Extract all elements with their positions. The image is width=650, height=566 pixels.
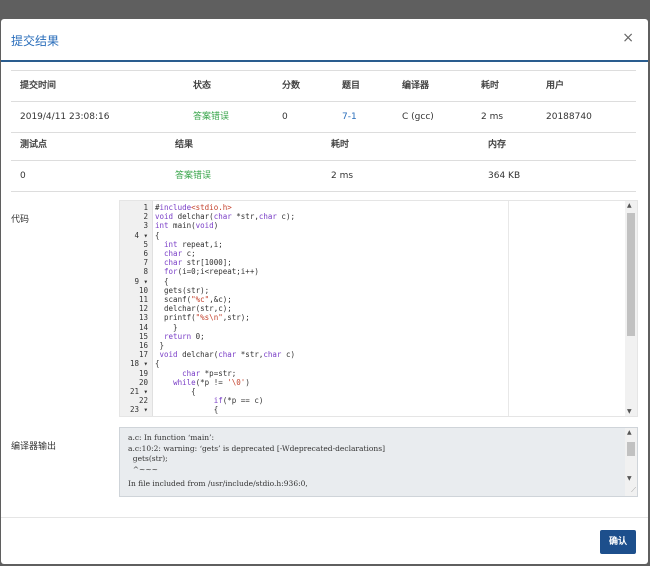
code-line: #include<stdio.h> bbox=[155, 203, 232, 212]
code-editor[interactable]: 1234 ▾ 5 6 7 8 9 ▾ 10 11 12 13 14 15 16 17 18 ▾ 19 20 21 … bbox=[119, 200, 638, 417]
output-line: In file included from /usr/include/stdio… bbox=[128, 479, 308, 488]
header-testcase: 测试点 bbox=[20, 140, 48, 150]
code-line: printf("%s\n",str); bbox=[155, 313, 250, 323]
header-elapsed: 耗时 bbox=[481, 81, 500, 91]
scroll-up-icon[interactable]: ▲ bbox=[627, 202, 632, 209]
line-number: 17 bbox=[138, 350, 148, 360]
testcase-table-header: 测试点 结果 耗时 内存 bbox=[11, 130, 636, 161]
code-line: void delchar(char *str,char c); bbox=[155, 212, 295, 222]
line-number: 7 bbox=[143, 258, 148, 268]
code-line: if(*p == c) bbox=[213, 396, 264, 406]
code-line: while(*p != '\0') bbox=[173, 377, 250, 387]
testcase-id: 0 bbox=[20, 171, 26, 181]
submission-table: 提交时间 状态 分数 题目 编译器 耗时 用户 2019/4/11 23:08:… bbox=[11, 70, 636, 133]
header-user: 用户 bbox=[546, 81, 565, 91]
line-number: 23 ▾ bbox=[129, 405, 148, 415]
header-result: 结果 bbox=[175, 140, 194, 150]
score-value: 0 bbox=[282, 112, 288, 122]
scroll-down-icon[interactable]: ▼ bbox=[627, 475, 632, 482]
submission-result-dialog: 提交结果 × 提交时间 状态 分数 题目 编译器 耗时 用户 2019/4/11… bbox=[1, 19, 648, 564]
footer-divider bbox=[1, 517, 648, 518]
code-line: void delchar(char *str,char c) bbox=[159, 350, 295, 360]
testcase-table: 测试点 结果 耗时 内存 0 答案错误 2 ms 364 KB bbox=[11, 130, 636, 192]
testcase-result: 答案错误 bbox=[175, 171, 212, 181]
line-number: 21 ▾ bbox=[129, 387, 148, 396]
compiler-output-label: 编译器输出 bbox=[11, 442, 57, 452]
line-number: 4 ▾ bbox=[134, 230, 148, 240]
header-score: 分数 bbox=[282, 81, 301, 91]
scrollbar-thumb[interactable] bbox=[627, 442, 635, 456]
code-line: char str[1000]; bbox=[164, 258, 232, 268]
code-scrollbar[interactable]: ▲ ▼ bbox=[625, 201, 637, 416]
line-number: 2 bbox=[143, 212, 148, 222]
code-line: delchar(str,c); bbox=[155, 304, 232, 314]
line-number: 3 bbox=[143, 221, 148, 231]
code-label: 代码 bbox=[11, 215, 30, 225]
line-number: 18 ▾ bbox=[129, 359, 148, 369]
code-line: scanf("%c",&c); bbox=[155, 295, 232, 304]
code-line: { bbox=[155, 387, 196, 396]
header-problem: 题目 bbox=[342, 81, 361, 91]
resize-handle-icon[interactable]: ⟋ bbox=[631, 486, 636, 495]
output-line: gets(str); bbox=[128, 454, 168, 463]
submit-time: 2019/4/11 23:08:16 bbox=[20, 112, 110, 122]
code-line: return 0; bbox=[164, 331, 205, 341]
code-line: } bbox=[155, 341, 165, 350]
line-number: 10 bbox=[138, 285, 148, 295]
line-number: 14 bbox=[138, 322, 148, 332]
code-line: for(i=0;i<repeat;i++) bbox=[164, 267, 259, 277]
compiler-output[interactable]: a.c: In function ‘main’: a.c:10:2: warnin… bbox=[119, 427, 638, 497]
code-line: { bbox=[155, 276, 169, 286]
header-testcase-time: 耗时 bbox=[331, 140, 350, 150]
code-line: gets(str); bbox=[155, 285, 210, 295]
line-number-gutter: 1234 ▾ 5 6 7 8 9 ▾ 10 11 12 13 14 15 16 17 18 ▾ 19 20 21 … bbox=[120, 201, 153, 416]
problem-link[interactable]: 7-1 bbox=[342, 102, 357, 132]
close-icon[interactable]: × bbox=[622, 30, 634, 46]
confirm-button[interactable]: 确认 bbox=[600, 530, 636, 554]
code-line: } bbox=[155, 322, 178, 332]
table-row: 2019/4/11 23:08:16 答案错误 0 7-1 C (gcc) 2 … bbox=[11, 102, 636, 133]
header-status: 状态 bbox=[193, 81, 212, 91]
header-memory: 内存 bbox=[488, 140, 507, 150]
line-number: 5 bbox=[143, 239, 148, 249]
submission-table-header: 提交时间 状态 分数 题目 编译器 耗时 用户 bbox=[11, 70, 636, 102]
table-row: 0 答案错误 2 ms 364 KB bbox=[11, 161, 636, 192]
line-number: 15 bbox=[138, 331, 148, 341]
dialog-header: 提交结果 × bbox=[1, 19, 648, 62]
code-line: char *p=str; bbox=[182, 368, 237, 378]
elapsed-value: 2 ms bbox=[481, 112, 504, 122]
compiler-value: C (gcc) bbox=[402, 112, 434, 122]
code-line: { bbox=[155, 405, 219, 415]
print-margin bbox=[508, 201, 509, 416]
user-value: 20188740 bbox=[546, 112, 592, 122]
output-line: ^~~~ bbox=[128, 464, 158, 474]
line-number: 12 bbox=[138, 304, 148, 314]
code-line: { bbox=[155, 359, 160, 369]
line-number: 20 bbox=[138, 377, 148, 387]
line-number: 22 bbox=[138, 396, 148, 406]
code-line: { bbox=[155, 230, 160, 240]
output-line: a.c:10:2: warning: ‘gets’ is deprecated … bbox=[128, 443, 386, 453]
header-compiler: 编译器 bbox=[402, 81, 430, 91]
line-number: 6 bbox=[143, 249, 148, 258]
header-time: 提交时间 bbox=[20, 81, 57, 91]
line-number: 1 bbox=[143, 203, 148, 212]
status-badge: 答案错误 bbox=[193, 112, 230, 122]
dialog-title: 提交结果 bbox=[11, 34, 60, 48]
line-number: 9 ▾ bbox=[134, 276, 148, 286]
line-number: 19 bbox=[138, 368, 148, 378]
testcase-time: 2 ms bbox=[331, 171, 354, 181]
code-line: int repeat,i; bbox=[164, 239, 223, 249]
scroll-up-icon[interactable]: ▲ bbox=[627, 429, 632, 436]
scrollbar-thumb[interactable] bbox=[627, 213, 635, 336]
code-line: int main(void) bbox=[155, 221, 219, 231]
line-number: 16 bbox=[138, 341, 148, 350]
line-number: 11 bbox=[138, 295, 148, 304]
line-number: 8 bbox=[143, 267, 148, 277]
scroll-down-icon[interactable]: ▼ bbox=[627, 408, 632, 415]
line-number: 13 bbox=[138, 313, 148, 323]
output-line: a.c: In function ‘main’: bbox=[128, 433, 215, 442]
testcase-memory: 364 KB bbox=[488, 171, 521, 181]
code-line: char c; bbox=[164, 249, 196, 258]
